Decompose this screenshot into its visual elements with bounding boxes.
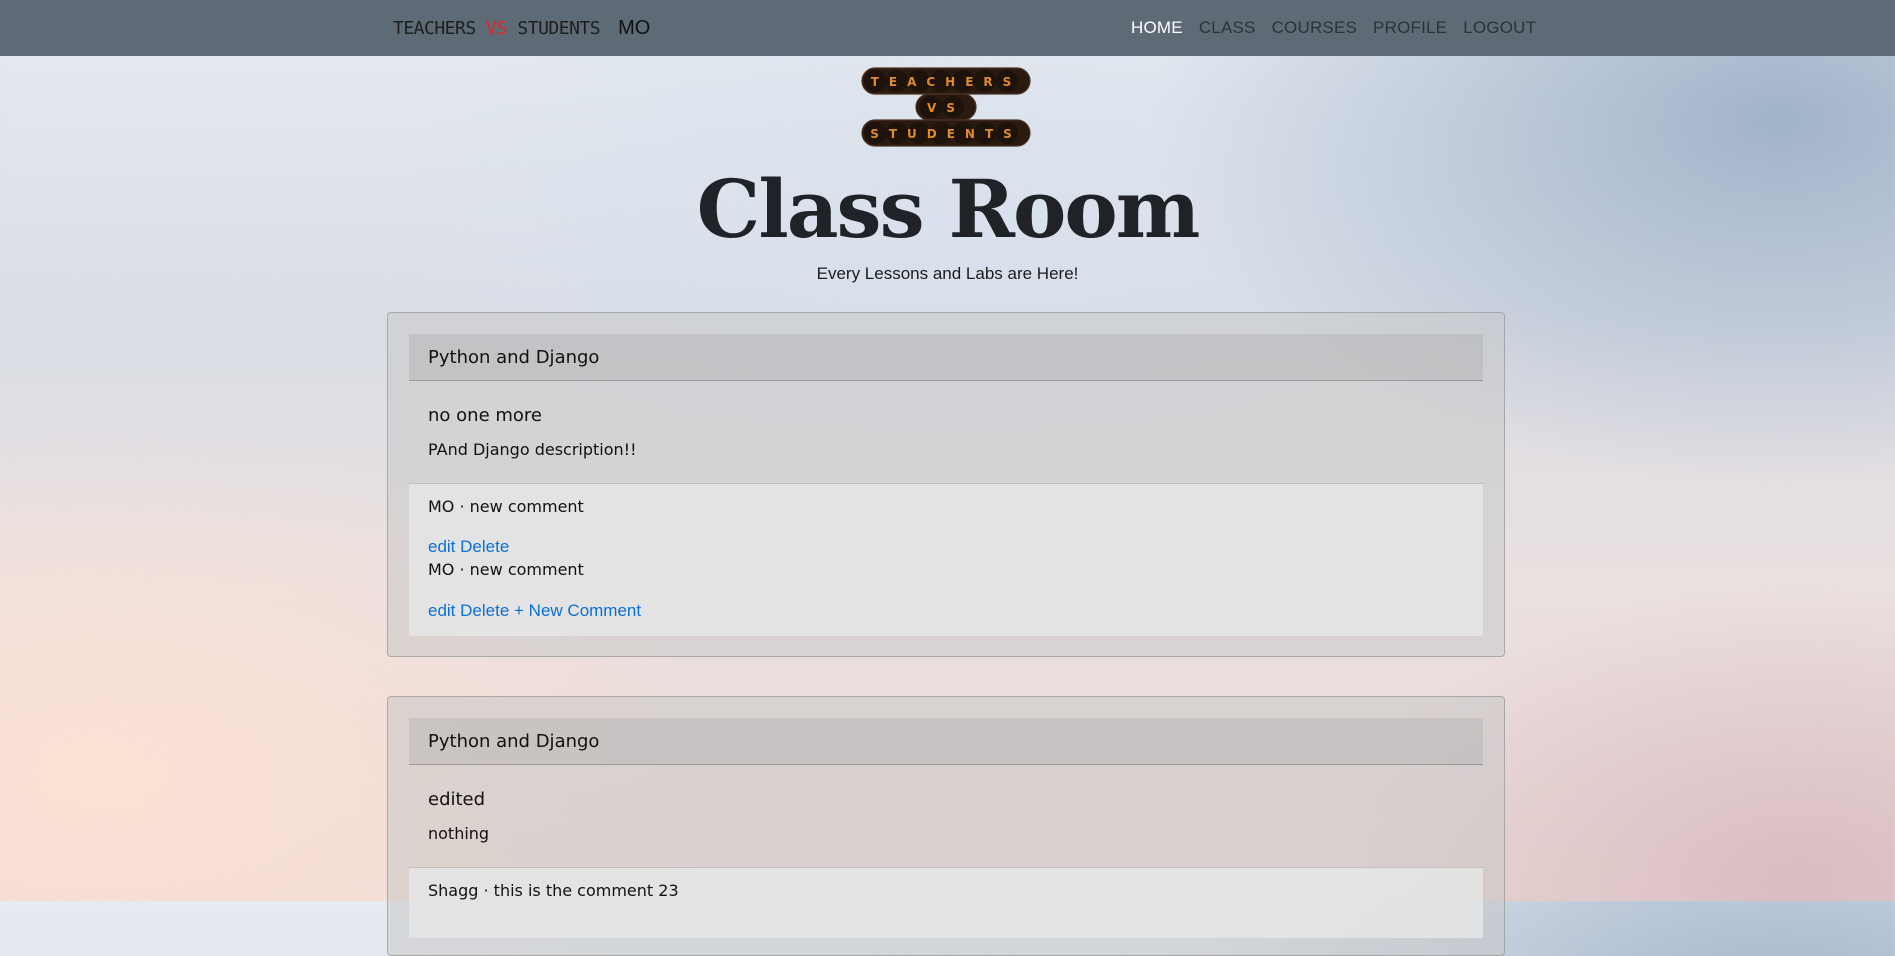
- brand[interactable]: TEACHERS VS STUDENTS MO: [393, 0, 650, 56]
- comments-section: MO · new comment edit Delete MO · new co…: [409, 483, 1483, 636]
- brand-word-students: STUDENTS: [517, 17, 601, 39]
- comment-text: Shagg · this is the comment 23: [428, 881, 679, 900]
- logo-image: TEACHERS VS STUDENTS: [861, 67, 1031, 147]
- lesson-title: edited: [428, 789, 486, 810]
- brand-word-teachers: TEACHERS: [393, 17, 476, 39]
- page-subtitle: Every Lessons and Labs are Here!: [816, 264, 1079, 283]
- delete-comment-link[interactable]: Delete: [460, 601, 509, 620]
- lesson-card: Python and Django edited nothing Shagg ·…: [387, 696, 1505, 956]
- nav-logout[interactable]: LOGOUT: [1463, 18, 1536, 38]
- comment-text: MO · new comment: [428, 560, 584, 579]
- page-title: Class Room: [696, 162, 1201, 256]
- card-header-course: Python and Django: [409, 334, 1483, 381]
- brand-vs: VS: [485, 17, 508, 39]
- nav-profile[interactable]: PROFILE: [1373, 18, 1447, 38]
- lesson-card: Python and Django no one more PAnd Djang…: [387, 312, 1505, 657]
- comment-actions: edit Delete: [428, 537, 509, 557]
- svg-text:TEACHERS: TEACHERS: [871, 75, 1022, 89]
- comment-text: MO · new comment: [428, 497, 584, 516]
- card-header-course: Python and Django: [409, 718, 1483, 765]
- edit-comment-link[interactable]: edit: [428, 537, 455, 556]
- nav-home[interactable]: HOME: [1131, 18, 1183, 38]
- delete-comment-link[interactable]: Delete: [460, 537, 509, 556]
- svg-text:VS: VS: [927, 101, 965, 115]
- brand-username: MO: [618, 16, 651, 39]
- nav-links: HOME CLASS COURSES PROFILE LOGOUT: [1131, 0, 1552, 56]
- comments-section: Shagg · this is the comment 23: [409, 867, 1483, 938]
- lesson-title: no one more: [428, 405, 542, 426]
- navbar: TEACHERS VS STUDENTS MO HOME CLASS COURS…: [0, 0, 1895, 56]
- svg-text:STUDENTS: STUDENTS: [870, 127, 1022, 141]
- lesson-description: nothing: [428, 824, 490, 843]
- new-comment-link[interactable]: + New Comment: [514, 601, 641, 620]
- nav-class[interactable]: CLASS: [1199, 18, 1256, 38]
- lesson-description: PAnd Django description!!: [428, 440, 637, 459]
- nav-courses[interactable]: COURSES: [1272, 18, 1357, 38]
- comment-actions: edit Delete + New Comment: [428, 601, 641, 621]
- edit-comment-link[interactable]: edit: [428, 601, 455, 620]
